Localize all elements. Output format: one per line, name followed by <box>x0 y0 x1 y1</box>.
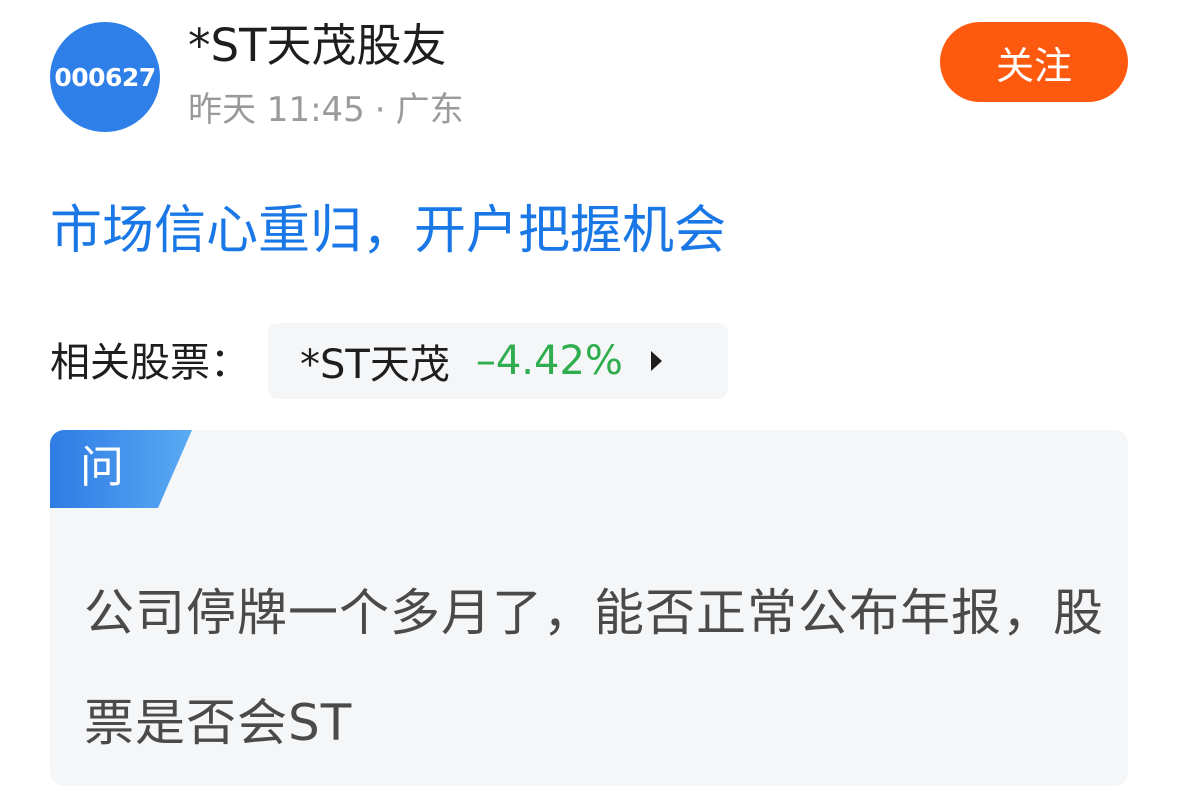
follow-button[interactable]: 关注 <box>940 22 1128 102</box>
question-card: 问 公司停牌一个多月了，能否正常公布年报，股票是否会ST <box>50 430 1128 786</box>
post-meta: 昨天 11:45 · 广东 <box>188 88 464 132</box>
post-time: 昨天 11:45 <box>188 90 365 130</box>
post-location: 广东 <box>395 90 464 130</box>
meta-separator: · <box>374 90 386 130</box>
triangle-right-icon <box>650 351 662 371</box>
post-title[interactable]: 市场信心重归，开户把握机会 <box>50 196 726 266</box>
stock-change-percent: –4.42% <box>475 338 623 384</box>
author-avatar[interactable]: 000627 <box>50 22 160 132</box>
avatar-stock-code: 000627 <box>54 62 156 92</box>
stock-name: *ST天茂 <box>300 342 450 388</box>
related-stock-chip[interactable]: *ST天茂 –4.42% <box>268 323 728 399</box>
question-tag-label: 问 <box>80 442 124 493</box>
author-name[interactable]: *ST天茂股友 <box>188 18 447 74</box>
question-text: 公司停牌一个多月了，能否正常公布年报，股票是否会ST <box>84 584 1104 752</box>
related-stocks-label: 相关股票： <box>50 340 250 386</box>
question-tag: 问 <box>50 430 192 508</box>
